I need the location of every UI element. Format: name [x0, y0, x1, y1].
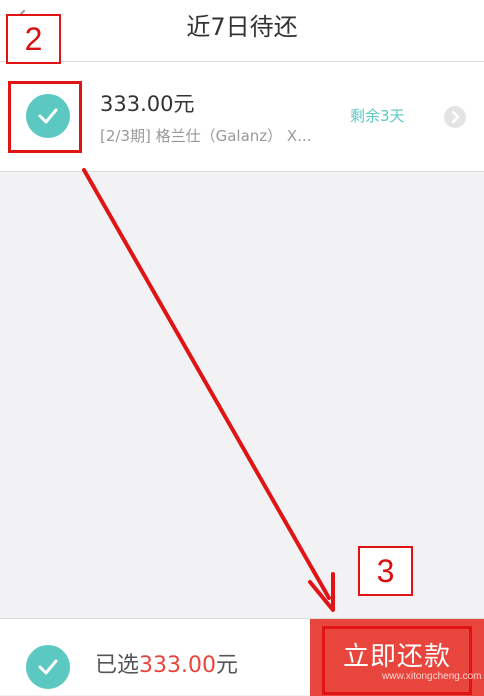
annotation-step-2: 2 — [6, 14, 61, 64]
bill-detail-button[interactable] — [444, 106, 466, 128]
annotation-arrow-shaft — [82, 168, 331, 600]
annotation-box-checkbox — [8, 81, 82, 153]
selected-amount: 333.00 — [139, 653, 216, 678]
watermark: www.xitongcheng.com — [382, 671, 482, 682]
selected-prefix: 已选 — [95, 653, 140, 678]
bill-amount: 333.00元 — [100, 92, 195, 116]
page-title: 近7日待还 — [186, 13, 298, 41]
selected-unit: 元 — [216, 653, 239, 678]
annotation-step-3: 3 — [358, 546, 413, 596]
chevron-right-icon — [451, 111, 460, 123]
bill-description: [2/3期] 格兰仕（Galanz） X... — [100, 127, 312, 145]
check-icon — [38, 659, 58, 675]
annotation-box-pay-button — [322, 626, 472, 695]
select-all-checkbox[interactable] — [26, 645, 70, 689]
annotation-arrow-head — [308, 572, 335, 612]
header-bar: 近7日待还 — [0, 0, 484, 62]
days-remaining-label: 剩余3天 — [350, 107, 405, 125]
selected-total: 已选333.00元 — [95, 651, 238, 681]
